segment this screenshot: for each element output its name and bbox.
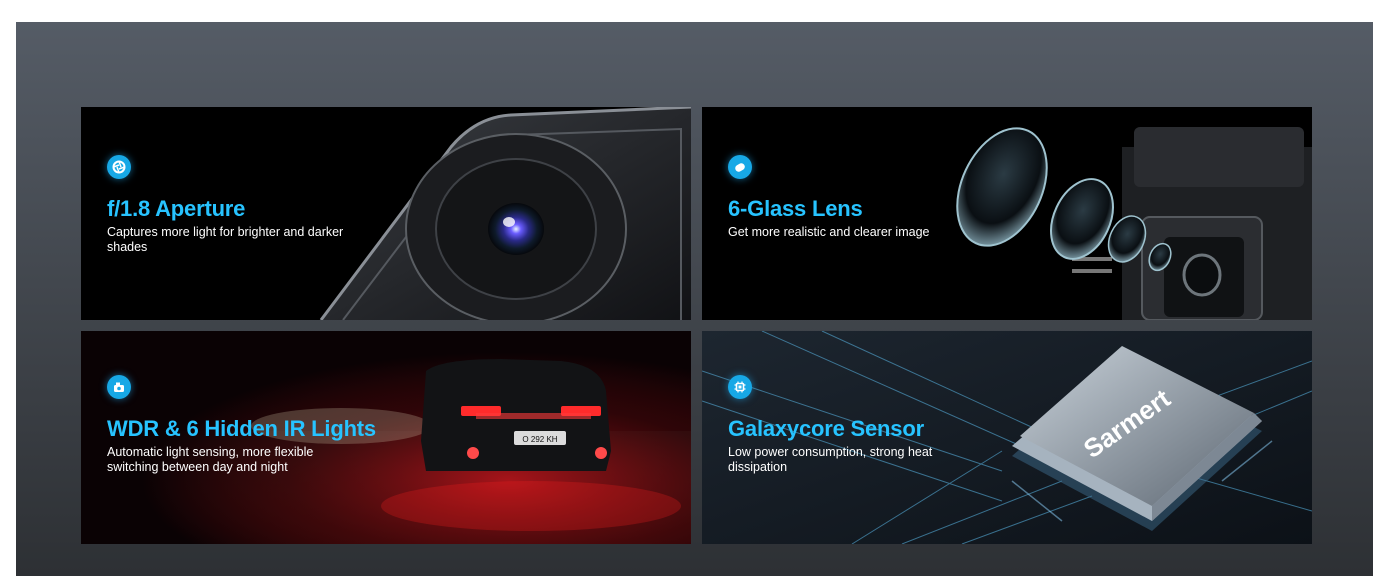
feature-description: Captures more light for brighter and dar… bbox=[107, 225, 344, 254]
feature-title: f/1.8 Aperture bbox=[107, 196, 246, 221]
feature-description: Automatic light sensing, more flexible s… bbox=[107, 445, 314, 474]
feature-title: Galaxycore Sensor bbox=[728, 416, 924, 441]
aperture-icon bbox=[107, 155, 131, 179]
chip-icon bbox=[728, 375, 752, 399]
feature-card-sensor: Sarmert Galaxycore Sensor Low power cons… bbox=[702, 331, 1312, 544]
feature-description: Low power consumption, strong heat dissi… bbox=[728, 445, 933, 474]
camera-icon bbox=[107, 375, 131, 399]
feature-card-lens: 6-Glass Lens Get more realistic and clea… bbox=[702, 107, 1312, 320]
feature-card-wdr: O 292 KH WDR & 6 Hidden IR Lights Automa… bbox=[81, 331, 691, 544]
lens-icon bbox=[728, 155, 752, 179]
feature-title: WDR & 6 Hidden IR Lights bbox=[107, 416, 376, 441]
feature-card-aperture: f/1.8 Aperture Captures more light for b… bbox=[81, 107, 691, 320]
feature-title: 6-Glass Lens bbox=[728, 196, 863, 221]
feature-description: Get more realistic and clearer image bbox=[728, 225, 930, 239]
license-plate-text: O 292 KH bbox=[522, 435, 557, 444]
